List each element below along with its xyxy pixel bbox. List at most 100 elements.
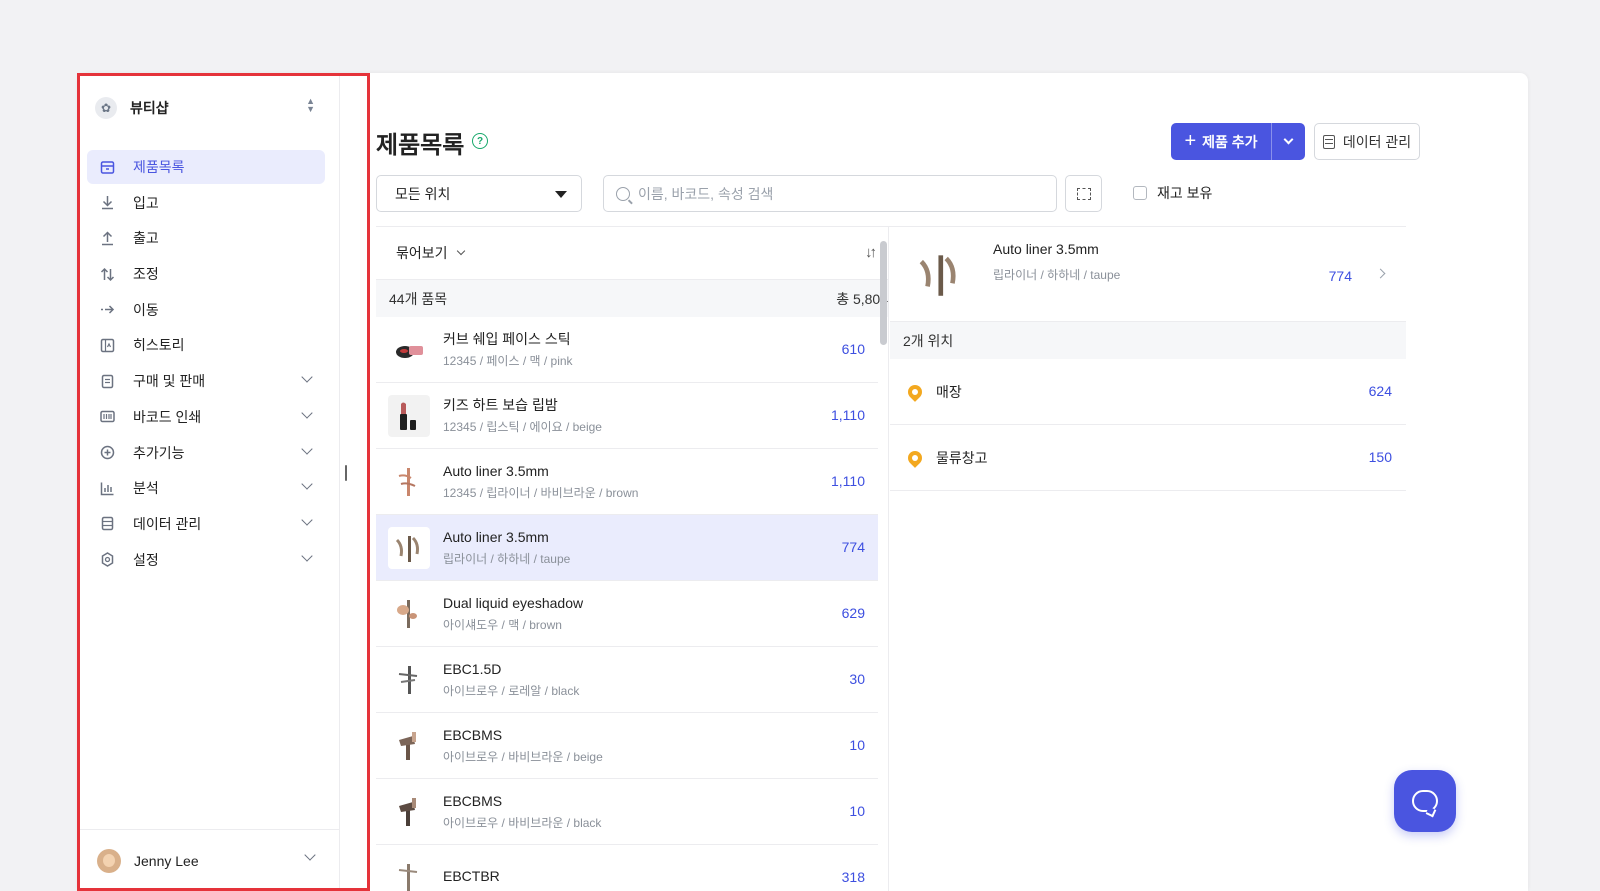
add-product-dropdown[interactable] xyxy=(1271,123,1305,160)
user-menu[interactable]: Jenny Lee xyxy=(78,829,340,891)
sort-icon[interactable]: ↓↑ xyxy=(865,244,877,261)
product-name: Auto liner 3.5mm xyxy=(443,529,549,545)
chat-bubble-icon xyxy=(1412,790,1438,812)
sidebar-item-label: 구매 및 판매 xyxy=(133,373,206,390)
sidebar-item-inbound[interactable]: 입고 xyxy=(87,186,325,220)
location-quantity: 624 xyxy=(1368,383,1392,399)
caret-down-icon xyxy=(555,191,567,198)
add-product-button[interactable]: + 제품 추가 xyxy=(1171,123,1305,160)
product-name: EBC1.5D xyxy=(443,661,502,677)
sidebar: ✿ 뷰티샵 ▲ ▼ 제품목록 입고 출고 조정 이동 히스토리 구매 및 판매 … xyxy=(78,73,340,891)
product-detail-panel: Auto liner 3.5mm 립라이너 / 하하네 / taupe 774 … xyxy=(890,226,1406,891)
chevron-down-icon xyxy=(301,371,313,383)
app-window: ✿ 뷰티샵 ▲ ▼ 제품목록 입고 출고 조정 이동 히스토리 구매 및 판매 … xyxy=(78,73,1528,891)
chevron-down-icon xyxy=(301,514,313,526)
in-stock-filter[interactable]: 재고 보유 xyxy=(1133,183,1212,203)
location-select[interactable]: 모든 위치 xyxy=(376,175,582,212)
detail-header[interactable]: Auto liner 3.5mm 립라이너 / 하하네 / taupe 774 xyxy=(890,226,1406,322)
user-name: Jenny Lee xyxy=(134,852,199,869)
sidebar-item-addons[interactable]: 추가기능 xyxy=(87,436,325,470)
location-name: 매장 xyxy=(936,383,962,400)
detail-product-attributes: 립라이너 / 하하네 / taupe xyxy=(993,268,1121,282)
product-thumbnail xyxy=(388,856,430,891)
store-name: 뷰티샵 xyxy=(130,100,169,116)
sidebar-item-adjust[interactable]: 조정 xyxy=(87,257,325,291)
product-attributes: 아이브로우 / 바비브라운 / beige xyxy=(443,750,603,764)
table-row[interactable]: EBCBMS 아이브로우 / 바비브라운 / beige 10 xyxy=(376,713,878,779)
item-count: 44개 품목 xyxy=(389,290,448,307)
sidebar-resize-handle[interactable] xyxy=(345,465,347,481)
sort-toggle-icon[interactable]: ▲ ▼ xyxy=(306,97,315,114)
product-thumbnail xyxy=(388,592,430,635)
sidebar-item-purchase-sales[interactable]: 구매 및 판매 xyxy=(87,364,325,398)
add-product-main[interactable]: + 제품 추가 xyxy=(1171,123,1271,160)
table-row[interactable]: EBCBMS 아이브로우 / 바비브라운 / black 10 xyxy=(376,779,878,845)
sidebar-item-label: 이동 xyxy=(133,301,159,318)
chat-support-button[interactable] xyxy=(1394,770,1456,832)
scan-icon xyxy=(1076,187,1091,200)
table-row[interactable]: 커브 쉐입 페이스 스틱 12345 / 페이스 / 맥 / pink 610 xyxy=(376,317,878,383)
product-attributes: 립라이너 / 하하네 / taupe xyxy=(443,552,571,566)
location-count: 2개 위치 xyxy=(890,322,1406,359)
sidebar-item-analytics[interactable]: 분석 xyxy=(87,471,325,505)
location-select-value: 모든 위치 xyxy=(395,185,451,202)
product-quantity: 629 xyxy=(841,605,865,621)
product-name: Dual liquid eyeshadow xyxy=(443,595,584,611)
product-attributes: 12345 / 페이스 / 맥 / pink xyxy=(443,354,573,368)
sidebar-item-label: 히스토리 xyxy=(133,337,185,354)
product-thumbnail xyxy=(388,724,430,767)
location-row[interactable]: 매장 624 xyxy=(890,359,1406,425)
group-by-dropdown[interactable]: 묶어보기 xyxy=(396,243,448,263)
product-thumbnail xyxy=(388,790,430,833)
product-name: EBCBMS xyxy=(443,727,503,743)
list-toolbar: 묶어보기 ↓↑ xyxy=(376,226,888,280)
table-row[interactable]: Auto liner 3.5mm 립라이너 / 하하네 / taupe 774 xyxy=(376,515,878,581)
sidebar-item-label: 출고 xyxy=(133,230,159,247)
sidebar-item-label: 데이터 관리 xyxy=(133,515,202,532)
table-row[interactable]: Auto liner 3.5mm 12345 / 립라이너 / 바비브라운 / … xyxy=(376,449,878,515)
data-management-label: 데이터 관리 xyxy=(1342,133,1412,150)
data-management-button[interactable]: 데이터 관리 xyxy=(1314,123,1420,160)
product-name: Auto liner 3.5mm xyxy=(443,463,549,479)
product-attributes: 아이브로우 / 로레알 / black xyxy=(443,684,580,698)
product-name: 커브 쉐입 페이스 스틱 xyxy=(443,331,571,347)
sidebar-item-data-management[interactable]: 데이터 관리 xyxy=(87,507,325,541)
sidebar-item-label: 입고 xyxy=(133,194,159,211)
store-switcher[interactable]: ✿ 뷰티샵 ▲ ▼ xyxy=(95,95,315,121)
plus-icon: + xyxy=(1184,130,1197,152)
sidebar-item-settings[interactable]: 설정 xyxy=(87,543,325,577)
sidebar-item-label: 분석 xyxy=(133,480,159,497)
location-pin-icon xyxy=(905,447,925,468)
bar-chart-icon xyxy=(99,480,115,496)
product-name: EBCTBR xyxy=(443,867,500,884)
product-thumbnail xyxy=(388,526,430,569)
barcode-scan-button[interactable] xyxy=(1065,175,1102,212)
list-scrollbar[interactable] xyxy=(880,241,887,345)
search-field[interactable] xyxy=(603,175,1057,212)
table-row[interactable]: EBC1.5D 아이브로우 / 로레알 / black 30 xyxy=(376,647,878,713)
gear-icon xyxy=(99,552,115,568)
product-quantity: 10 xyxy=(849,737,865,753)
table-row[interactable]: Dual liquid eyeshadow 아이섀도우 / 맥 / brown … xyxy=(376,581,878,647)
search-input[interactable] xyxy=(638,185,1038,202)
chevron-down-icon xyxy=(304,849,316,861)
in-stock-checkbox[interactable] xyxy=(1133,186,1147,200)
sidebar-item-products[interactable]: 제품목록 xyxy=(87,150,325,184)
sidebar-item-history[interactable]: 히스토리 xyxy=(87,328,325,362)
product-thumbnail xyxy=(388,328,430,371)
sidebar-item-barcode[interactable]: 바코드 인쇄 xyxy=(87,400,325,434)
chevron-down-icon xyxy=(301,478,313,490)
help-icon[interactable]: ? xyxy=(472,133,488,149)
sidebar-item-label: 조정 xyxy=(133,266,159,283)
sidebar-item-move[interactable]: 이동 xyxy=(87,293,325,327)
product-quantity: 1,110 xyxy=(831,473,865,489)
product-attributes: 아이브로우 / 바비브라운 / black xyxy=(443,816,602,830)
sidebar-item-label: 추가기능 xyxy=(133,444,185,461)
database-icon xyxy=(1322,134,1335,149)
sidebar-item-outbound[interactable]: 출고 xyxy=(87,221,325,255)
location-row[interactable]: 물류창고 150 xyxy=(890,425,1406,491)
table-row[interactable]: EBCTBR 318 xyxy=(376,845,878,891)
product-quantity: 1,110 xyxy=(831,407,865,423)
table-row[interactable]: 키즈 하트 보습 립밤 12345 / 립스틱 / 에이요 / beige 1,… xyxy=(376,383,878,449)
product-list-panel: 묶어보기 ↓↑ 44개 품목 총 5,804 커브 쉐입 페이스 스틱 1234… xyxy=(376,226,889,891)
